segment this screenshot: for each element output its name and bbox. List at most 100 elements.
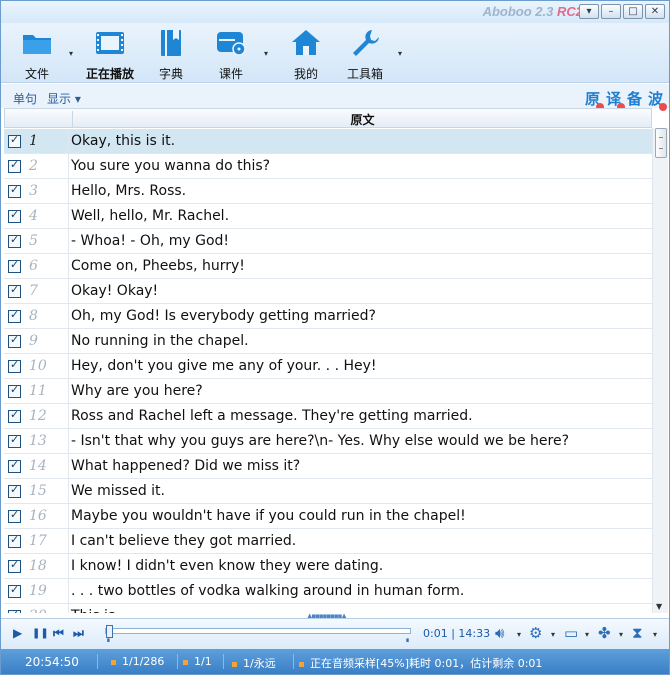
row-checkbox[interactable] xyxy=(8,383,21,398)
row-checkbox[interactable] xyxy=(8,308,21,323)
table-row[interactable]: 14 What happened? Did we miss it? xyxy=(4,454,652,479)
row-checkbox[interactable] xyxy=(8,558,21,573)
toolbar-dictionary-button[interactable]: 字典 xyxy=(143,27,199,81)
row-text[interactable]: Hello, Mrs. Ross. xyxy=(71,183,186,199)
tab-notes[interactable]: 备 xyxy=(627,88,642,109)
table-row[interactable]: 12 Ross and Rachel left a message. They'r… xyxy=(4,404,652,429)
maximize-button[interactable]: □ xyxy=(623,4,643,19)
display-menu[interactable]: 显示 ▾ xyxy=(47,90,81,107)
minimize-button[interactable]: – xyxy=(601,4,621,19)
toolbar-nowplaying-button[interactable]: 正在播放 xyxy=(82,27,138,81)
row-text[interactable]: We missed it. xyxy=(71,483,165,499)
row-text[interactable]: I know! I didn't even know they were dat… xyxy=(71,558,383,574)
row-text[interactable]: Maybe you wouldn't have if you could run… xyxy=(71,508,466,524)
tab-original[interactable]: 原 xyxy=(585,88,604,111)
table-row[interactable]: 10 Hey, don't you give me any of your. . … xyxy=(4,354,652,379)
table-row[interactable]: 5 - Whoa! - Oh, my God! xyxy=(4,229,652,254)
table-row[interactable]: 19 . . . two bottles of vodka walking aro… xyxy=(4,579,652,604)
row-checkbox[interactable] xyxy=(8,358,21,373)
table-row[interactable]: 11 Why are you here? xyxy=(4,379,652,404)
fan-icon[interactable]: ✤ xyxy=(598,624,611,642)
volume-icon[interactable]: 🔊︎ xyxy=(495,624,504,642)
settings-dropdown-icon[interactable]: ▾ xyxy=(551,630,555,639)
play-button[interactable]: ▶ xyxy=(13,626,22,640)
toolbar-toolbox-button[interactable]: 工具箱 xyxy=(337,27,393,81)
row-text[interactable]: Ross and Rachel left a message. They're … xyxy=(71,408,473,424)
toolbar-courseware-button[interactable]: 课件 xyxy=(203,27,259,81)
row-text[interactable]: Okay! Okay! xyxy=(71,283,158,299)
row-text[interactable]: Why are you here? xyxy=(71,383,203,399)
row-checkbox[interactable] xyxy=(8,533,21,548)
row-text[interactable]: You sure you wanna do this? xyxy=(71,158,270,174)
row-text[interactable]: - Whoa! - Oh, my God! xyxy=(71,233,229,249)
row-checkbox[interactable] xyxy=(8,158,21,173)
table-row[interactable]: 7 Okay! Okay! xyxy=(4,279,652,304)
table-row[interactable]: 15 We missed it. xyxy=(4,479,652,504)
row-text[interactable]: Come on, Pheebs, hurry! xyxy=(71,258,245,274)
toolbar-mine-button[interactable]: 我的 xyxy=(278,27,334,81)
row-checkbox[interactable] xyxy=(8,433,21,448)
table-row[interactable]: 3 Hello, Mrs. Ross. xyxy=(4,179,652,204)
courseware-dropdown-icon[interactable]: ▾ xyxy=(264,49,268,58)
row-text[interactable]: No running in the chapel. xyxy=(71,333,249,349)
row-text[interactable]: . . . two bottles of vodka walking aroun… xyxy=(71,583,464,599)
pause-button[interactable]: ❚❚ xyxy=(32,628,49,639)
table-row[interactable]: 18 I know! I didn't even know they were d… xyxy=(4,554,652,579)
next-button[interactable]: ⏭ xyxy=(73,626,84,641)
row-text[interactable]: What happened? Did we miss it? xyxy=(71,458,300,474)
row-text[interactable]: Okay, this is it. xyxy=(71,133,175,149)
row-checkbox[interactable] xyxy=(8,508,21,523)
tab-translation[interactable]: 译 xyxy=(606,88,625,111)
row-checkbox[interactable] xyxy=(8,283,21,298)
previous-button[interactable]: ⏮ xyxy=(53,626,64,641)
table-row[interactable]: 16 Maybe you wouldn't have if you could r… xyxy=(4,504,652,529)
table-row[interactable]: 4 Well, hello, Mr. Rachel. xyxy=(4,204,652,229)
row-text[interactable]: This is xyxy=(71,608,115,613)
progress-track[interactable] xyxy=(105,625,411,638)
close-tab-icon[interactable] xyxy=(659,103,667,111)
table-row[interactable]: 8 Oh, my God! Is everybody getting marrie… xyxy=(4,304,652,329)
subtitle-icon[interactable]: ▭ xyxy=(564,624,578,642)
table-row[interactable]: 6 Come on, Pheebs, hurry! xyxy=(4,254,652,279)
row-text[interactable]: Hey, don't you give me any of your. . . … xyxy=(71,358,377,374)
row-checkbox[interactable] xyxy=(8,483,21,498)
row-checkbox[interactable] xyxy=(8,458,21,473)
row-checkbox[interactable] xyxy=(8,208,21,223)
single-sentence-link[interactable]: 单句 xyxy=(13,90,37,107)
table-row[interactable]: 2 You sure you wanna do this? xyxy=(4,154,652,179)
volume-dropdown-icon[interactable]: ▾ xyxy=(517,630,521,639)
row-checkbox[interactable] xyxy=(8,183,21,198)
tab-waveform[interactable]: 波 xyxy=(648,88,667,111)
vertical-scrollbar[interactable]: ▼ xyxy=(652,128,668,613)
fan-dropdown-icon[interactable]: ▾ xyxy=(619,630,623,639)
row-checkbox[interactable] xyxy=(8,608,21,613)
timer-dropdown-icon[interactable]: ▾ xyxy=(653,630,657,639)
row-text[interactable]: Well, hello, Mr. Rachel. xyxy=(71,208,229,224)
timer-icon[interactable]: ⧗ xyxy=(632,624,643,642)
row-text[interactable]: - Isn't that why you guys are here?\n- Y… xyxy=(71,433,569,449)
row-checkbox[interactable] xyxy=(8,583,21,598)
close-button[interactable]: ✕ xyxy=(645,4,665,19)
row-checkbox[interactable] xyxy=(8,333,21,348)
scroll-down-icon[interactable]: ▼ xyxy=(656,602,662,611)
row-checkbox[interactable] xyxy=(8,408,21,423)
table-row[interactable]: 17 I can't believe they got married. xyxy=(4,529,652,554)
toolbox-dropdown-icon[interactable]: ▾ xyxy=(398,49,402,58)
table-row[interactable]: 9 No running in the chapel. xyxy=(4,329,652,354)
row-checkbox[interactable] xyxy=(8,233,21,248)
row-checkbox[interactable] xyxy=(8,258,21,273)
row-text[interactable]: Oh, my God! Is everybody getting married… xyxy=(71,308,376,324)
scroll-thumb[interactable] xyxy=(655,128,667,158)
subtitle-dropdown-icon[interactable]: ▾ xyxy=(585,630,589,639)
progress-knob[interactable] xyxy=(106,625,113,638)
row-checkbox[interactable] xyxy=(8,133,21,148)
column-header-original[interactable]: 原文 xyxy=(72,111,652,128)
toolbar-file-button[interactable]: 文件 xyxy=(9,27,65,81)
file-dropdown-icon[interactable]: ▾ xyxy=(69,49,73,58)
table-row[interactable]: 1 Okay, this is it. xyxy=(4,129,652,154)
menu-dropdown-button[interactable]: ▾ xyxy=(579,4,599,19)
table-row[interactable]: 13 - Isn't that why you guys are here?\n-… xyxy=(4,429,652,454)
settings-icon[interactable]: ⚙ xyxy=(529,624,542,642)
row-text[interactable]: I can't believe they got married. xyxy=(71,533,296,549)
title-bar[interactable]: Aboboo 2.3 RC2 ▾ – □ ✕ xyxy=(1,1,669,23)
